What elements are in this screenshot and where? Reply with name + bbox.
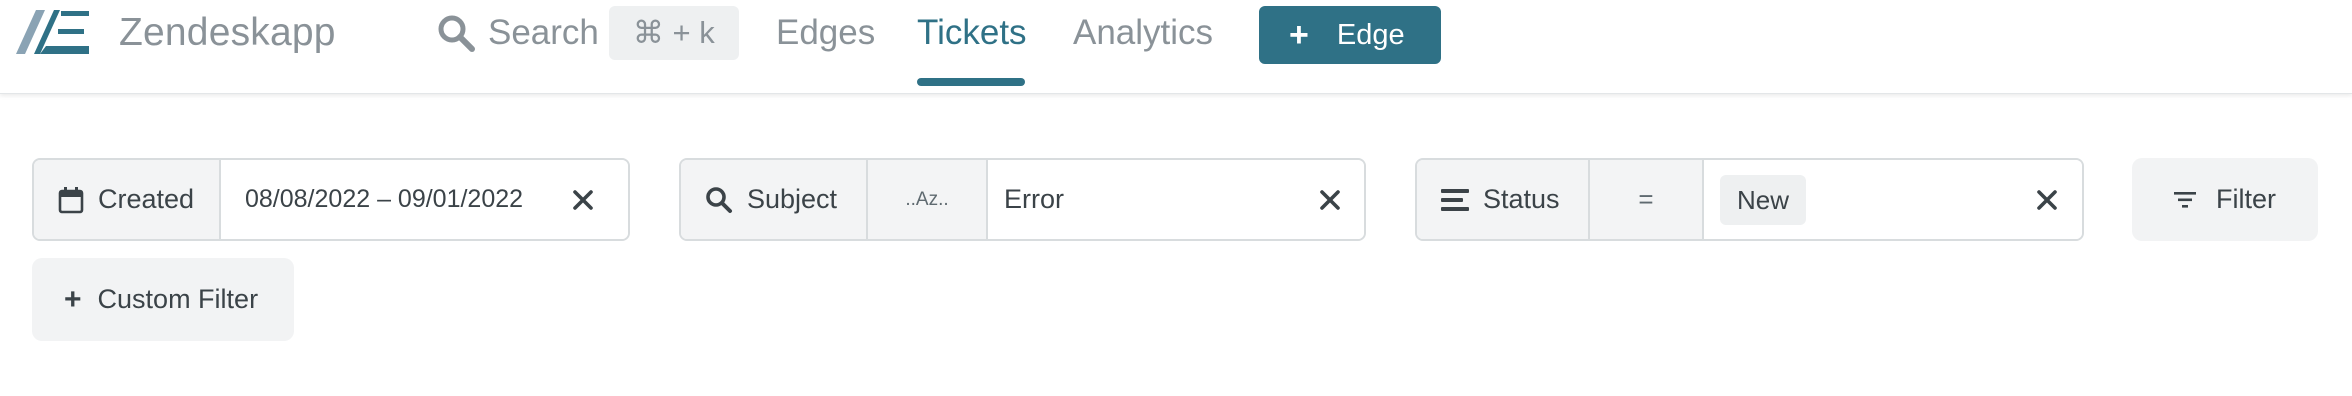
subject-value: Error (1004, 184, 1064, 214)
tab-edges[interactable]: Edges (776, 8, 875, 58)
add-edge-button[interactable]: + Edge (1259, 6, 1441, 64)
zendeskapp-logo (16, 10, 89, 54)
plus-icon: + (1289, 16, 1309, 54)
custom-filter-button[interactable]: + Custom Filter (32, 258, 294, 341)
search-label: Search (488, 13, 599, 52)
search-icon (706, 186, 732, 213)
tab-analytics[interactable]: Analytics (1073, 8, 1213, 58)
plus-icon: + (64, 282, 82, 316)
created-filter: Created 08/08/2022 – 09/01/2022 (32, 158, 630, 241)
calendar-icon (58, 186, 84, 213)
status-filter: Status = New (1415, 158, 2084, 241)
close-icon[interactable] (572, 189, 594, 211)
created-date-range-value: 08/08/2022 – 09/01/2022 (245, 185, 524, 213)
top-navigation-bar: Zendeskapp Search ⌘ + k Edges Tickets An… (0, 0, 2352, 94)
add-edge-label: Edge (1336, 18, 1405, 51)
search-icon (438, 15, 475, 52)
subject-field-label: Subject (747, 184, 838, 214)
created-field-label: Created (98, 184, 195, 214)
created-date-range[interactable]: 08/08/2022 – 09/01/2022 (221, 160, 628, 239)
global-search[interactable]: Search ⌘ + k (436, 6, 739, 60)
status-tag[interactable]: New (1720, 174, 1807, 225)
active-tab-indicator (917, 78, 1025, 86)
close-icon[interactable] (1319, 189, 1341, 211)
filter-button[interactable]: Filter (2132, 158, 2318, 241)
list-icon (1441, 188, 1469, 211)
status-value-selector[interactable]: New (1704, 160, 2082, 239)
subject-value-input[interactable]: Error (988, 160, 1364, 239)
filter-button-label: Filter (2216, 184, 2276, 214)
subject-field-selector[interactable]: Subject (681, 160, 868, 239)
tab-tickets[interactable]: Tickets (917, 8, 1027, 58)
filter-lines-icon (2174, 191, 2196, 208)
app-name[interactable]: Zendeskapp (119, 8, 336, 58)
status-field-selector[interactable]: Status (1417, 160, 1590, 239)
subject-operator-selector[interactable]: ..Az.. (868, 160, 988, 239)
created-field-selector[interactable]: Created (34, 160, 221, 239)
status-operator-selector[interactable]: = (1590, 160, 1704, 239)
subject-filter: Subject ..Az.. Error (679, 158, 1366, 241)
search-shortcut-hint: ⌘ + k (608, 6, 739, 60)
custom-filter-label: Custom Filter (97, 284, 259, 314)
status-field-label: Status (1483, 184, 1560, 214)
close-icon[interactable] (2036, 189, 2058, 211)
